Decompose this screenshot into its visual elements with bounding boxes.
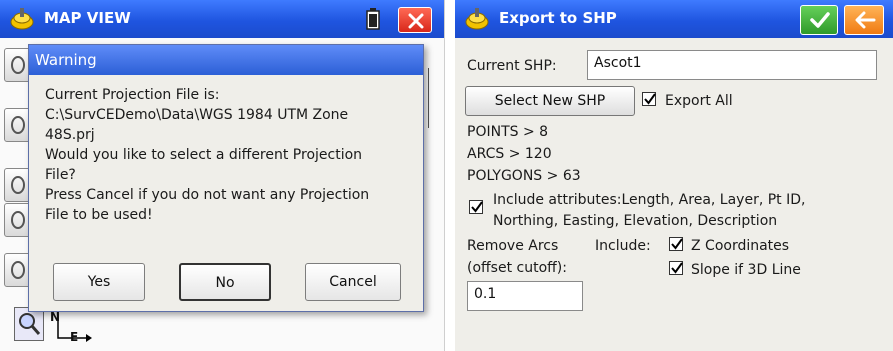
slope-checkbox[interactable] <box>669 261 683 275</box>
map-line <box>428 68 429 128</box>
check-icon <box>644 93 656 105</box>
map-view-window: MAP VIEW N E Warning Current Projection … <box>0 0 445 351</box>
zoom-tool-icon <box>19 313 41 335</box>
yes-button[interactable]: Yes <box>53 263 145 301</box>
back-button[interactable] <box>844 5 884 35</box>
north-arrow-icon: N E <box>50 310 96 348</box>
check-icon <box>471 201 483 213</box>
dialog-title-bar: Warning <box>29 45 423 75</box>
window-title: MAP VIEW <box>44 9 131 27</box>
map-view-titlebar: MAP VIEW <box>0 0 444 38</box>
check-icon <box>810 12 830 28</box>
window-title: Export to SHP <box>499 9 617 27</box>
satellite-app-icon <box>465 8 489 30</box>
cancel-button[interactable]: Cancel <box>305 263 401 301</box>
dialog-message: Current Projection File is: C:\SurvCEDem… <box>45 87 370 223</box>
export-all-label: Export All <box>665 93 733 109</box>
satellite-app-icon <box>10 8 34 30</box>
north-label: N <box>50 310 61 324</box>
check-icon <box>671 238 683 250</box>
slope-label: Slope if 3D Line <box>691 262 801 278</box>
polygons-count: POLYGONS > 63 <box>467 168 581 184</box>
export-titlebar: Export to SHP <box>455 0 893 38</box>
battery-icon <box>366 8 380 30</box>
ok-button[interactable] <box>800 5 838 35</box>
close-icon <box>408 13 424 29</box>
select-new-shp-button[interactable]: Select New SHP <box>465 86 635 116</box>
arcs-count: ARCS > 120 <box>467 146 552 162</box>
include-attributes-checkbox[interactable] <box>469 200 483 214</box>
z-coordinates-label: Z Coordinates <box>691 238 790 254</box>
dialog-title: Warning <box>35 51 97 69</box>
offset-cutoff-label: (offset cutoff): <box>467 260 567 276</box>
current-shp-field: Ascot1 <box>587 50 877 80</box>
zoom-tool-button[interactable] <box>14 307 44 341</box>
include-attributes-label-cont: Northing, Easting, Elevation, Descriptio… <box>493 213 778 229</box>
export-shp-window: Export to SHP Current SHP: Ascot1 Select… <box>455 0 893 351</box>
no-button[interactable]: No <box>179 263 271 301</box>
close-button[interactable] <box>398 7 432 33</box>
current-shp-label: Current SHP: <box>467 58 557 74</box>
check-icon <box>671 262 683 274</box>
back-arrow-icon <box>855 11 876 29</box>
east-label: E <box>70 330 79 344</box>
remove-arcs-label: Remove Arcs <box>467 238 559 254</box>
offset-cutoff-input[interactable]: 0.1 <box>467 281 583 311</box>
include-label: Include: <box>595 238 651 254</box>
z-coordinates-checkbox[interactable] <box>669 237 683 251</box>
warning-dialog: Warning Current Projection File is: C:\S… <box>28 44 424 312</box>
include-attributes-label: Include attributes:Length, Area, Layer, … <box>493 192 806 208</box>
export-all-checkbox[interactable] <box>642 92 656 106</box>
points-count: POINTS > 8 <box>467 124 549 140</box>
